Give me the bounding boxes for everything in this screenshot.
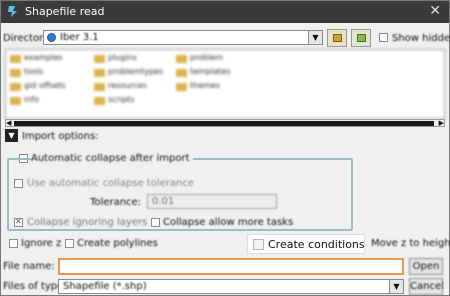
collapse-allow-more-tasks-label: Collapse allow more tasks (163, 217, 294, 228)
show-hidden-checkbox[interactable] (379, 33, 388, 42)
collapse-ignoring-layers-checkbox[interactable] (14, 217, 23, 227)
folder-icon (10, 97, 21, 105)
ignore-z-label: Ignore z (21, 238, 62, 249)
parent-folder-button[interactable] (327, 29, 347, 47)
create-conditions-checkbox[interactable] (253, 239, 264, 250)
folder-icon (94, 55, 105, 63)
create-conditions-option[interactable]: Create conditions (247, 234, 365, 254)
use-auto-tolerance-checkbox[interactable] (14, 179, 23, 188)
folder-icon (94, 69, 105, 77)
auto-collapse-label: Automatic collapse after import (31, 152, 193, 165)
chevron-down-icon[interactable]: ▼ (308, 31, 322, 44)
new-folder-button[interactable] (351, 29, 371, 47)
import-options-label: Import options: (22, 131, 99, 142)
title-bar: Shapefile read ✕ (1, 1, 449, 23)
file-list: examples plugins problem tools problemty… (5, 49, 445, 119)
create-polylines-checkbox[interactable] (65, 239, 74, 248)
shapefile-read-dialog: Shapefile read ✕ Directory: Iber 3.1 ▼ S… (0, 0, 450, 296)
folder-icon (10, 69, 21, 77)
tolerance-label: Tolerance: (90, 197, 142, 208)
folder-icon (10, 83, 21, 91)
use-auto-tolerance-label: Use automatic collapse tolerance (27, 178, 194, 189)
scroll-right-icon[interactable]: ▶ (439, 119, 444, 127)
directory-row: Directory: Iber 3.1 ▼ Show hidden (1, 27, 450, 49)
directory-select[interactable]: Iber 3.1 ▼ (43, 30, 323, 45)
open-button[interactable]: Open (409, 258, 443, 275)
window-title: Shapefile read (25, 5, 105, 18)
folder-icon (176, 55, 187, 63)
close-icon[interactable]: ✕ (429, 4, 441, 18)
folder-icon (176, 83, 187, 91)
show-hidden-label: Show hidden (392, 33, 450, 44)
folder-icon (94, 83, 105, 91)
collapse-allow-more-tasks-checkbox[interactable] (151, 218, 160, 227)
folder-icon (94, 97, 105, 105)
file-name-label: File name: (3, 261, 55, 272)
tolerance-input[interactable]: 0.01 (147, 194, 277, 209)
directory-value: Iber 3.1 (60, 32, 99, 43)
file-name-input[interactable] (58, 258, 404, 275)
chevron-down-icon[interactable]: ▼ (389, 280, 403, 293)
file-type-value: Shapefile (*.shp) (63, 281, 147, 292)
scroll-left-icon[interactable]: ◀ (6, 119, 11, 127)
app-logo-icon (8, 6, 17, 17)
cancel-button[interactable]: Cancel (409, 278, 444, 295)
move-z-label: Move z to height (371, 238, 450, 249)
folder-up-icon (333, 34, 342, 42)
folder-icon (176, 69, 187, 77)
new-folder-icon (357, 34, 366, 42)
scroll-thumb[interactable] (14, 121, 434, 126)
create-conditions-label: Create conditions (268, 238, 365, 251)
folder-icon (10, 55, 21, 63)
horizontal-scrollbar[interactable]: ◀ ▶ (5, 119, 445, 127)
ignore-z-checkbox[interactable] (9, 239, 18, 248)
globe-icon (47, 33, 56, 42)
file-type-select[interactable]: Shapefile (*.shp) ▼ (58, 279, 404, 294)
create-polylines-label: Create polylines (77, 238, 158, 249)
collapse-ignoring-layers-label: Collapse ignoring layers (27, 217, 148, 228)
expand-toggle-icon[interactable]: ▼ (5, 129, 18, 142)
